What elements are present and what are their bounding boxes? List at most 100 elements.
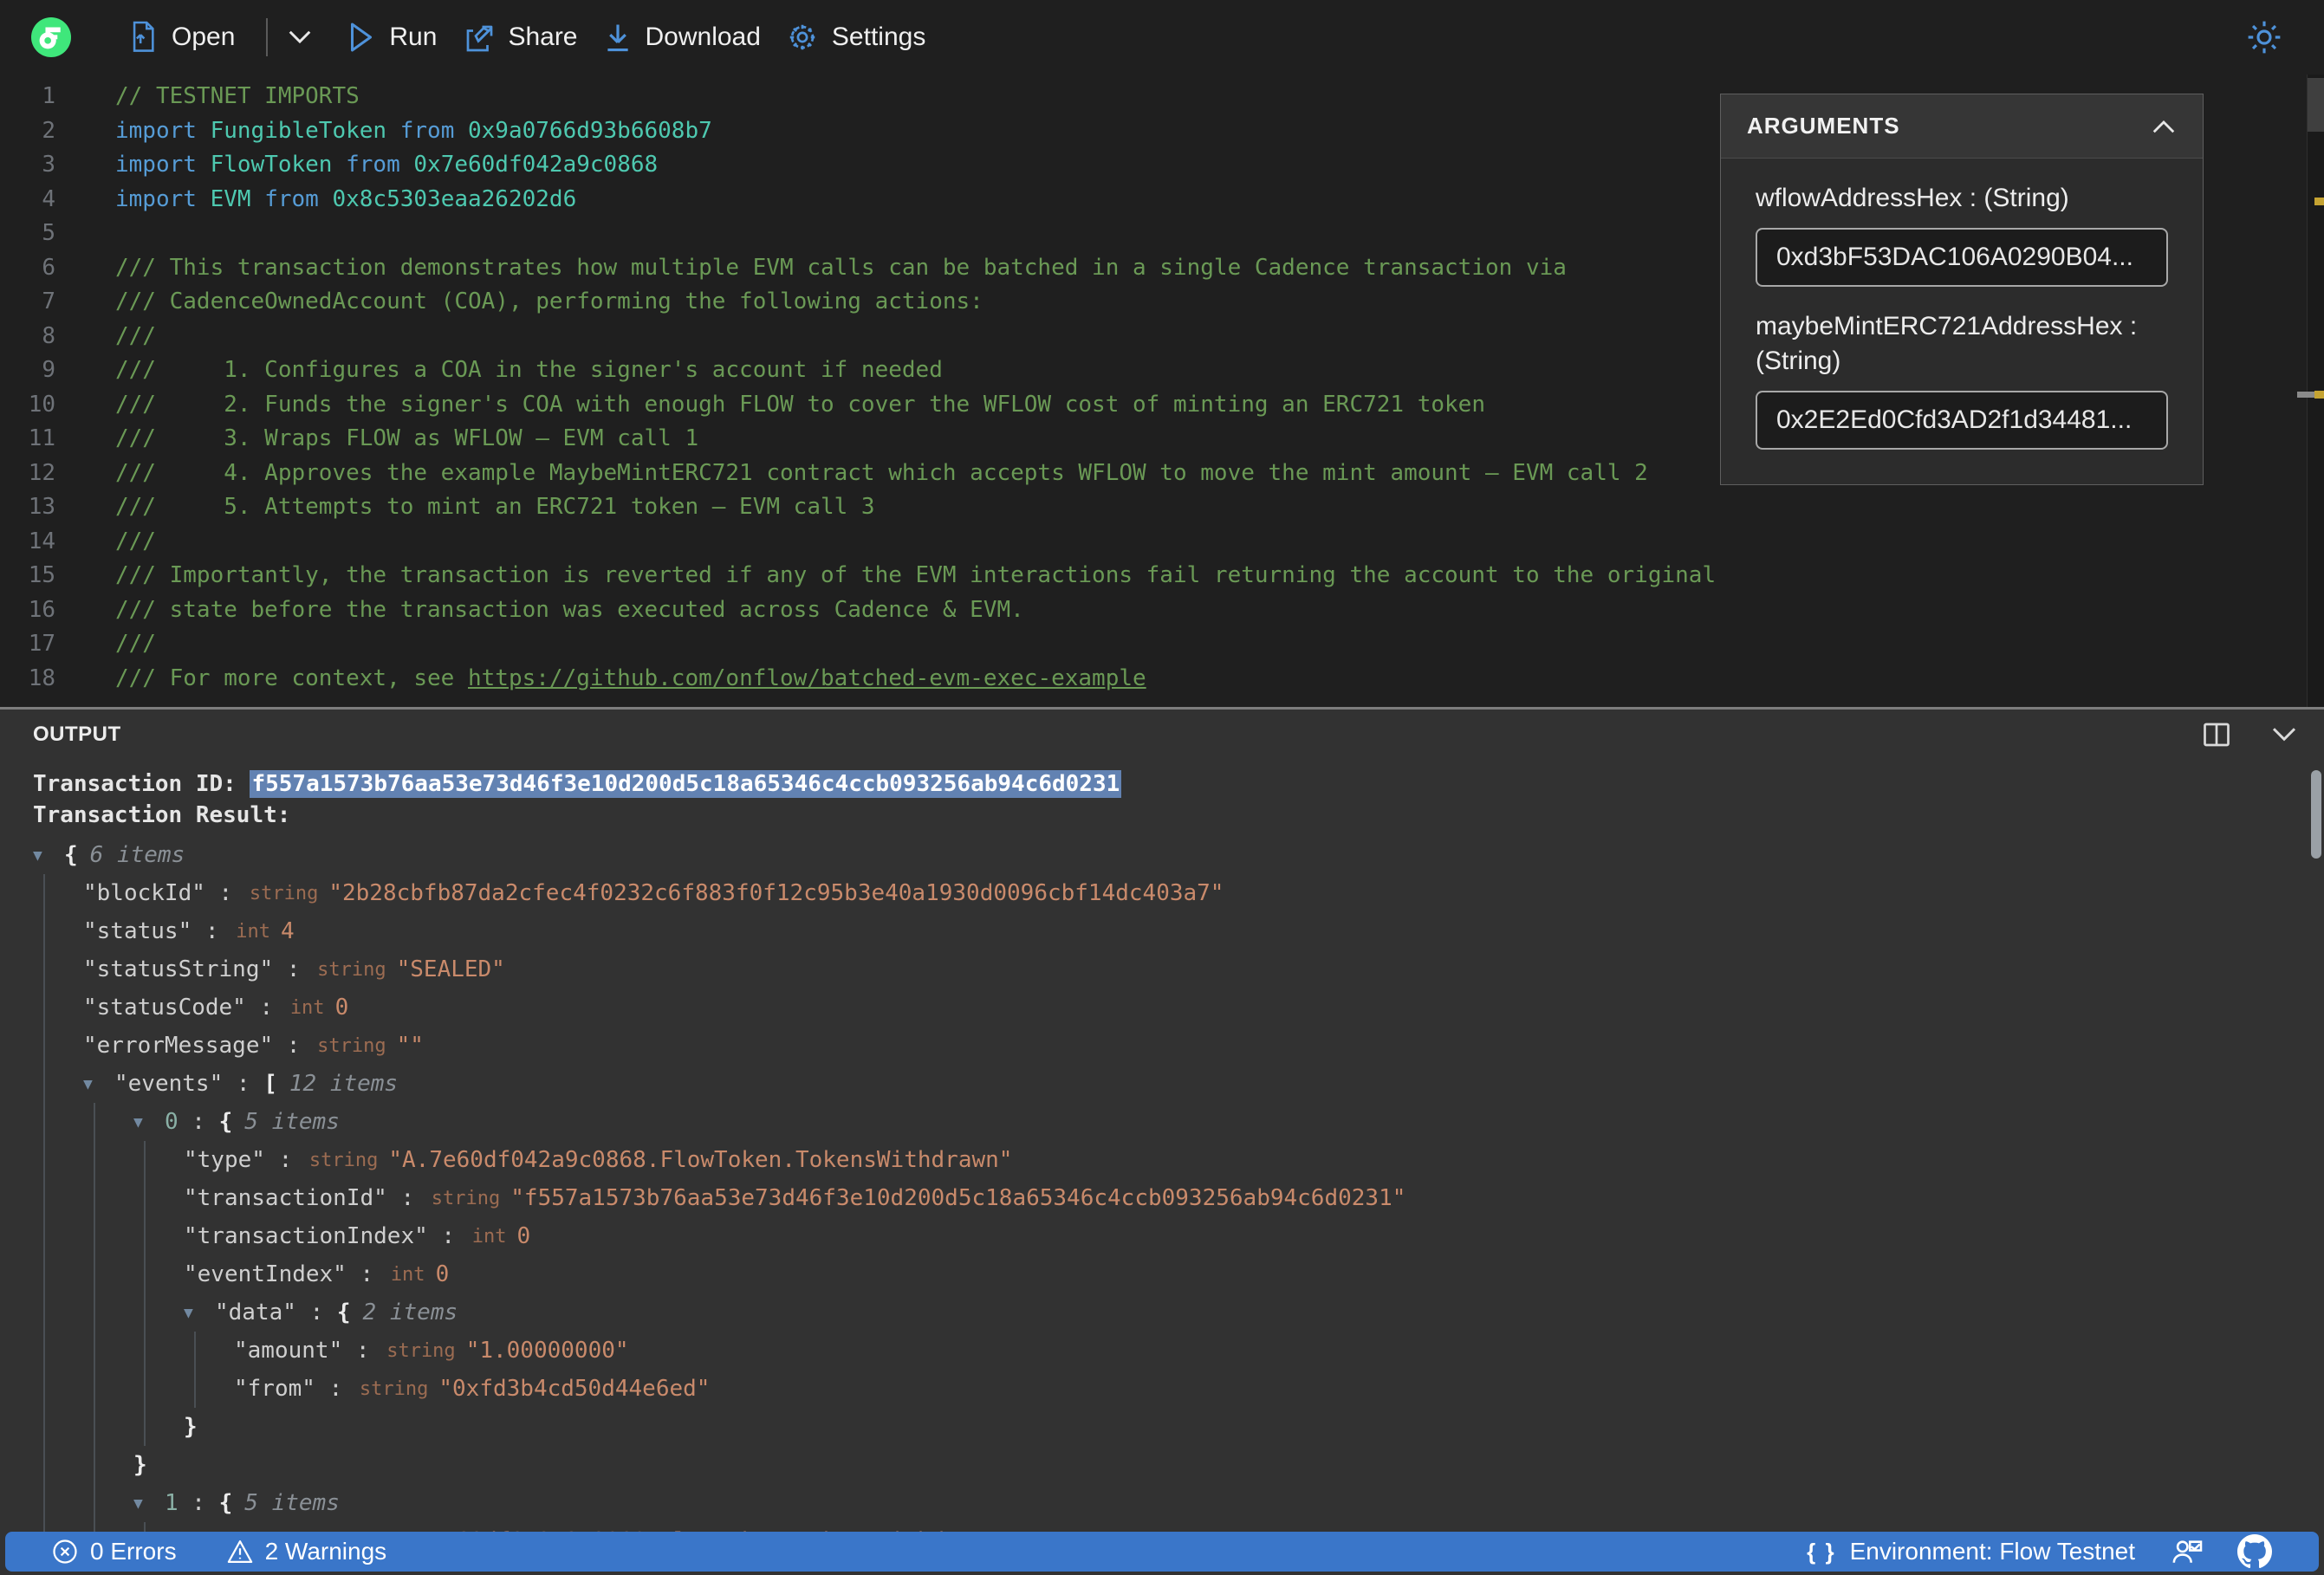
feedback-button[interactable]	[2170, 1537, 2203, 1566]
tree-value-type: int	[471, 1225, 507, 1248]
tree-close-row: }	[184, 1408, 2324, 1446]
line-number: 10	[28, 391, 55, 418]
argument-label: wflowAddressHex : (String)	[1756, 184, 2069, 212]
run-button[interactable]: Run	[347, 22, 437, 53]
line-number: 14	[28, 528, 55, 554]
tree-value: "0xfd3b4cd50d44e6ed"	[438, 1376, 711, 1402]
tree-value-type: string	[317, 958, 386, 981]
tree-value: "f557a1573b76aa53e73d46f3e10d200d5c18a65…	[510, 1185, 1406, 1211]
tree-key: "errorMessage"	[83, 1033, 274, 1059]
tree-row: "statusString" : string "SEALED"	[83, 956, 505, 982]
tree-row: ▼ "events" : [12 items	[83, 1071, 399, 1097]
github-icon	[2237, 1534, 2272, 1569]
status-bar: 0 Errors 2 Warnings { } Environment: Flo…	[5, 1532, 2319, 1572]
tree-item-count: 5 items	[244, 1490, 340, 1516]
tree-key: "statusString"	[83, 956, 274, 982]
expand-triangle-icon[interactable]: ▼	[133, 1494, 165, 1513]
wflow-address-input[interactable]: 0xd3bF53DAC106A0290B04...	[1756, 228, 2168, 287]
tree-value: "SEALED"	[396, 956, 505, 982]
warning-triangle-icon	[227, 1540, 252, 1563]
tree-item-count: 5 items	[244, 1109, 340, 1135]
warnings-indicator[interactable]: 2 Warnings	[227, 1538, 387, 1565]
tree-row: "from" : string "0xfd3b4cd50d44e6ed"	[234, 1376, 711, 1402]
tree-value: 0	[435, 1261, 450, 1287]
transaction-result-tree: ▼{6 items "blockId" : string "2b28cbfb87da…	[33, 836, 2324, 1560]
tree-row: "status" : int 4	[83, 918, 295, 944]
transaction-id-label: Transaction ID:	[33, 771, 250, 797]
braces-icon: { }	[1807, 1538, 1836, 1565]
expand-triangle-icon[interactable]: ▼	[133, 1113, 165, 1131]
download-label: Download	[645, 23, 761, 51]
tree-brace: }	[184, 1414, 198, 1440]
share-button[interactable]: Share	[463, 22, 578, 53]
split-view-icon[interactable]	[2201, 719, 2232, 750]
download-button[interactable]: Download	[604, 22, 761, 53]
errors-indicator[interactable]: 0 Errors	[52, 1538, 177, 1565]
editor-overview-ruler[interactable]	[2297, 75, 2324, 707]
tree-value-type: int	[390, 1263, 425, 1286]
tree-item-count: 12 items	[289, 1071, 399, 1097]
argument-label: maybeMintERC721AddressHex : (String)	[1756, 312, 2138, 375]
tree-brace: {	[336, 1300, 351, 1325]
editor-scrollbar-thumb[interactable]	[2308, 78, 2324, 132]
tree-row: "blockId" : string "2b28cbfb87da2cfec4f02…	[83, 880, 1224, 906]
github-button[interactable]	[2237, 1534, 2272, 1569]
line-number: 5	[42, 220, 55, 246]
line-number: 18	[28, 664, 55, 691]
open-dropdown-button[interactable]	[287, 29, 313, 46]
maybe-mint-erc721-address-input[interactable]: 0x2E2Ed0Cfd3AD2f1d34481...	[1756, 391, 2168, 450]
tree-row: ▼ 0 : {5 items	[133, 1109, 340, 1135]
toolbar-divider	[266, 18, 269, 56]
output-body: Transaction ID: f557a1573b76aa53e73d46f3…	[0, 760, 2324, 1560]
collapse-chevron-up-icon[interactable]	[2151, 119, 2177, 134]
code-line: 18/// For more context, see https://gith…	[0, 662, 2324, 697]
settings-button[interactable]: Settings	[787, 22, 925, 53]
theme-toggle-button[interactable]	[2246, 19, 2282, 55]
tree-close-row: }	[133, 1446, 2324, 1484]
warning-marker	[2314, 198, 2324, 205]
code-link[interactable]: https://github.com/onflow/batched-evm-ex…	[468, 665, 1146, 691]
expand-triangle-icon[interactable]: ▼	[33, 846, 64, 865]
expand-triangle-icon[interactable]: ▼	[83, 1075, 114, 1093]
tree-index: 0	[165, 1109, 179, 1135]
tree-value: 4	[280, 918, 295, 944]
tree-value: 0	[516, 1223, 531, 1249]
tree-value: 0	[334, 995, 349, 1021]
tree-key: "type"	[184, 1147, 265, 1173]
warnings-count: 2 Warnings	[264, 1538, 387, 1565]
output-title: OUTPUT	[33, 723, 121, 746]
output-scrollbar-thumb[interactable]	[2311, 770, 2321, 859]
collapse-output-chevron-icon[interactable]	[2270, 726, 2298, 743]
errors-count: 0 Errors	[90, 1538, 177, 1565]
open-button[interactable]: Open	[128, 21, 235, 54]
tree-item-count: 2 items	[362, 1300, 458, 1325]
run-play-icon	[351, 23, 373, 52]
code-line: 16/// state before the transaction was e…	[0, 593, 2324, 628]
tree-key: "transactionIndex"	[184, 1223, 428, 1249]
tree-value: "1.00000000"	[465, 1338, 629, 1364]
line-number: 13	[28, 494, 55, 520]
expand-triangle-icon[interactable]: ▼	[184, 1304, 215, 1322]
tree-value-type: string	[317, 1034, 386, 1057]
line-number: 6	[42, 254, 55, 281]
tree-key: "eventIndex"	[184, 1261, 347, 1287]
transaction-id-value: f557a1573b76aa53e73d46f3e10d200d5c18a653…	[250, 770, 1122, 798]
environment-indicator[interactable]: { } Environment: Flow Testnet	[1807, 1538, 2135, 1565]
tree-key: "transactionId"	[184, 1185, 387, 1211]
code-line: 17///	[0, 627, 2324, 662]
tree-brace: {	[64, 842, 78, 868]
line-number: 11	[28, 425, 55, 451]
tree-row: "errorMessage" : string ""	[83, 1033, 424, 1059]
arguments-panel-header[interactable]: ARGUMENTS	[1721, 94, 2203, 159]
line-number: 1	[42, 83, 55, 109]
code-line: 13/// 5. Attempts to mint an ERC721 toke…	[0, 490, 2324, 525]
tree-row: "type" : string"A.7e60df042a9c0868.FlowT…	[184, 1147, 1013, 1173]
flow-logo	[31, 17, 71, 57]
tree-key: "amount"	[234, 1338, 343, 1364]
transaction-id-line: Transaction ID: f557a1573b76aa53e73d46f3…	[33, 768, 2324, 800]
tree-brace: {	[218, 1490, 233, 1516]
tree-brace: [	[263, 1071, 277, 1097]
code-line: 14///	[0, 525, 2324, 560]
open-label: Open	[172, 23, 236, 51]
open-file-icon	[133, 21, 154, 52]
